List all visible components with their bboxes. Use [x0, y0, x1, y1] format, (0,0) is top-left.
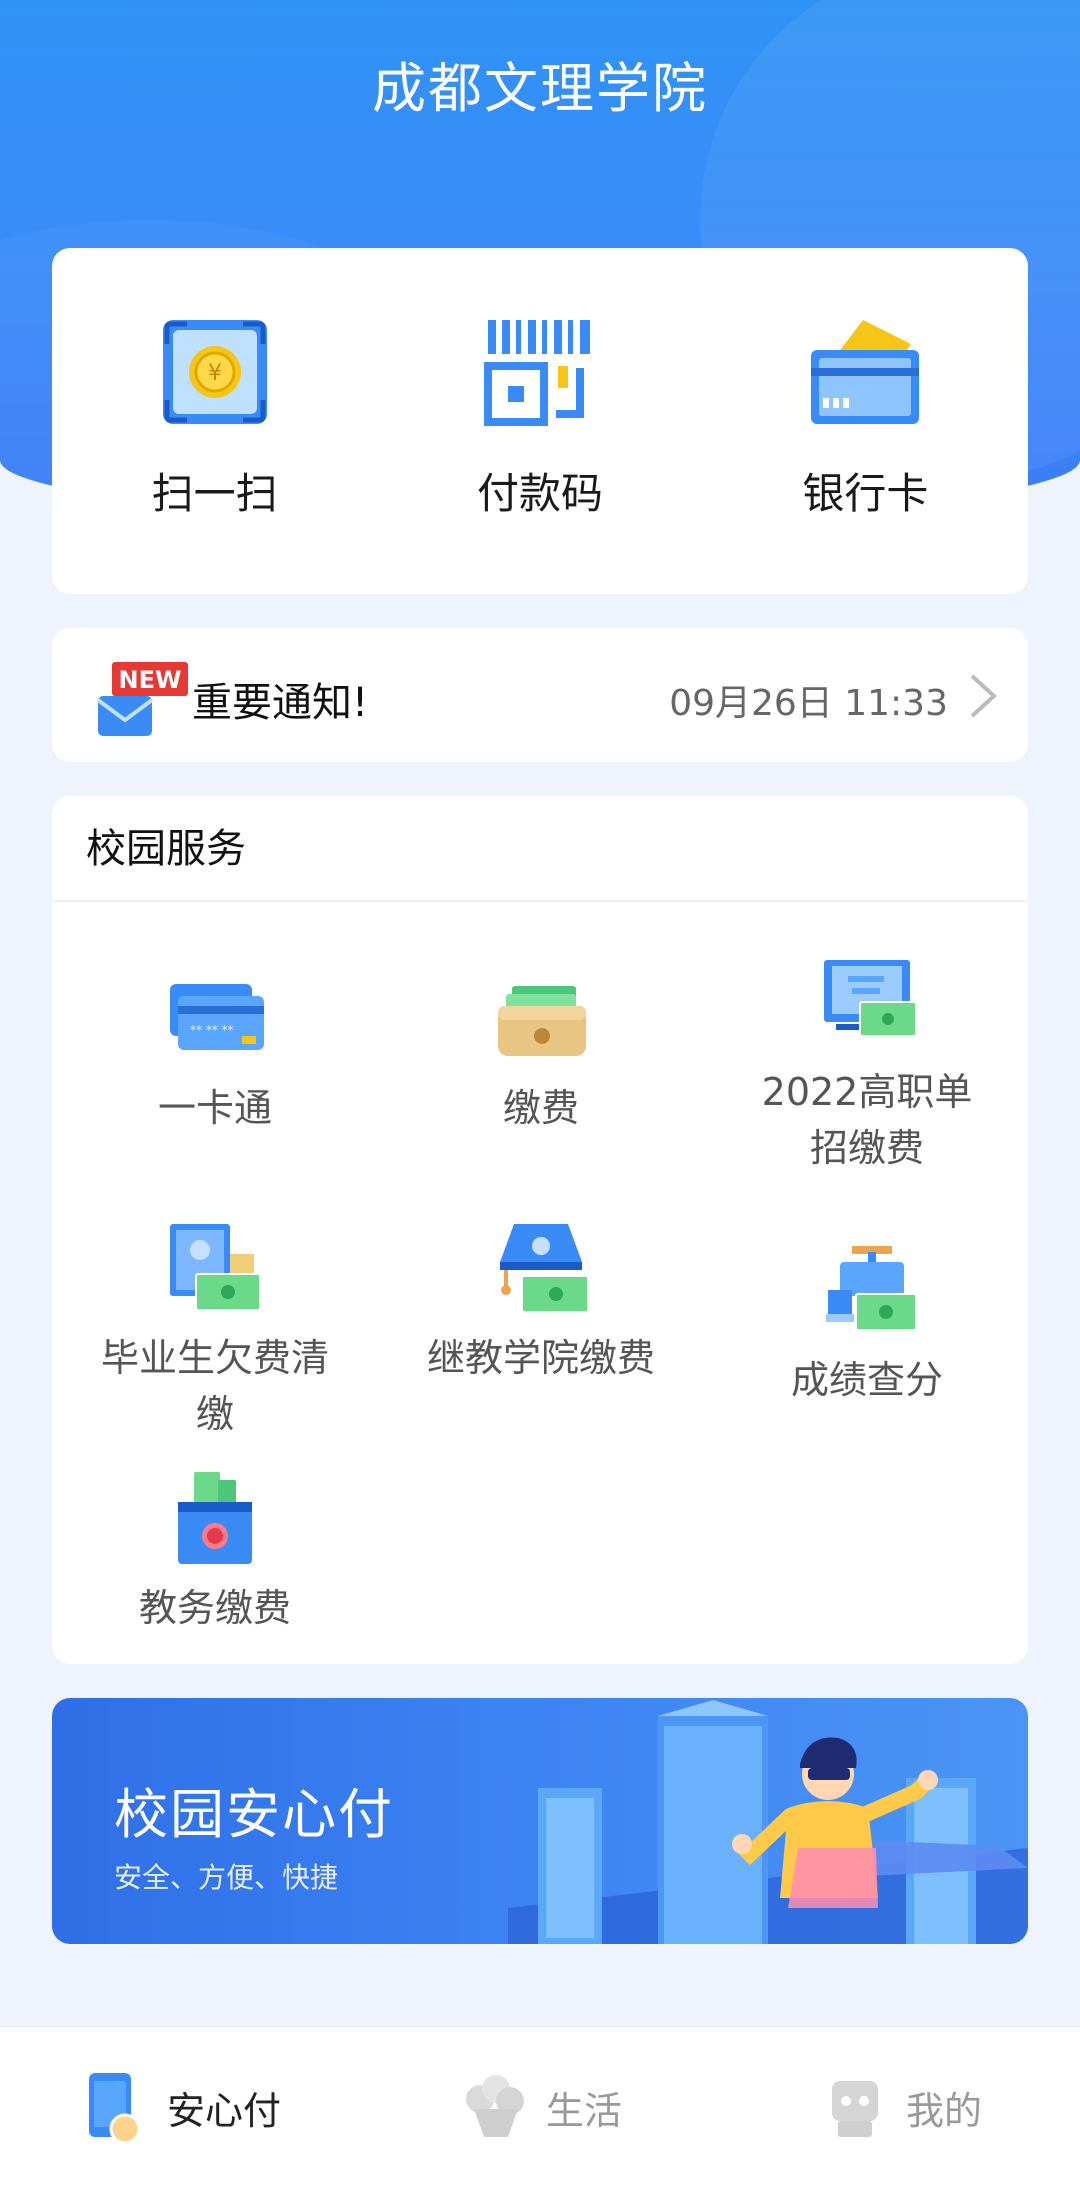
payment-code-icon	[483, 320, 590, 426]
campus-services-card: 校园服务 ** ** ** 一卡通 缴费 2022高职单招缴费 毕业生欠费清缴 …	[52, 796, 1028, 1664]
service-grade-inquiry[interactable]: 成绩查分	[704, 1242, 1030, 1408]
bank-card-icon	[811, 320, 920, 424]
service-payment[interactable]: 缴费	[378, 970, 704, 1136]
bottom-tab-bar: 安心付 生活 我的	[0, 2026, 1080, 2188]
service-label: 2022高职单招缴费	[761, 1070, 973, 1170]
tab-label: 我的	[905, 2089, 982, 2133]
svg-text:** ** **: ** ** **	[190, 1023, 234, 1037]
page-title: 成都文理学院	[372, 57, 708, 120]
life-icon	[465, 2074, 524, 2137]
tab-label: 生活	[545, 2089, 622, 2133]
svg-text:¥: ¥	[208, 361, 222, 386]
faucet-payment-icon	[826, 1246, 917, 1331]
notice-time: 09月26日 11:33	[669, 683, 948, 724]
banner-subtitle: 安全、方便、快捷	[114, 1861, 339, 1894]
service-continuing-education-payment[interactable]: 继教学院缴费	[378, 1220, 704, 1386]
monitor-payment-icon	[824, 960, 917, 1037]
tab-label: 安心付	[166, 2089, 281, 2133]
payment-code-label: 付款码	[476, 469, 603, 518]
tab-life[interactable]: 生活	[360, 2027, 720, 2188]
service-label: 毕业生欠费清缴	[100, 1336, 329, 1436]
tab-safe-pay[interactable]: 安心付	[0, 2027, 360, 2188]
notice-bar[interactable]: NEW 重要通知! 09月26日 11:33	[52, 628, 1028, 762]
service-label: 一卡通	[157, 1086, 272, 1130]
service-label: 缴费	[502, 1086, 579, 1130]
bank-card-label: 银行卡	[802, 469, 929, 518]
profile-icon	[831, 2080, 878, 2137]
service-label: 继教学院缴费	[426, 1336, 655, 1380]
services-heading: 校园服务	[52, 796, 1028, 902]
bank-card-button[interactable]: 银行卡	[703, 248, 1028, 594]
service-label: 教务缴费	[138, 1586, 291, 1630]
graduate-payment-icon	[170, 1224, 261, 1311]
service-vocational-admission-payment[interactable]: 2022高职单招缴费	[704, 954, 1030, 1176]
lamp-payment-icon	[500, 1224, 589, 1313]
service-academic-affairs-payment[interactable]: 教务缴费	[52, 1470, 378, 1636]
scan-button[interactable]: ¥ 扫一扫	[52, 248, 377, 594]
box-payment-icon	[178, 1472, 252, 1564]
service-label: 成绩查分	[790, 1358, 943, 1402]
tab-profile[interactable]: 我的	[720, 2027, 1080, 2188]
scan-icon: ¥	[162, 320, 267, 424]
scan-label: 扫一扫	[151, 469, 278, 518]
notice-title: 重要通知!	[192, 680, 369, 726]
campus-pay-banner[interactable]: 校园安心付 安全、方便、快捷	[52, 1698, 1028, 1944]
new-mail-icon: NEW	[96, 662, 188, 736]
wallet-icon	[498, 986, 586, 1056]
service-graduate-arrears[interactable]: 毕业生欠费清缴	[52, 1220, 378, 1442]
quick-actions-card: ¥ 扫一扫 付款码 银行卡	[52, 248, 1028, 594]
chevron-right-icon	[970, 674, 997, 718]
banner-illustration	[508, 1700, 1028, 1944]
phone-pay-icon	[88, 2072, 141, 2144]
new-badge: NEW	[119, 666, 182, 694]
banner-title: 校园安心付	[114, 1783, 394, 1846]
campus-card-icon: ** ** **	[170, 984, 264, 1050]
service-campus-card[interactable]: ** ** ** 一卡通	[52, 970, 378, 1136]
payment-code-button[interactable]: 付款码	[377, 248, 702, 594]
